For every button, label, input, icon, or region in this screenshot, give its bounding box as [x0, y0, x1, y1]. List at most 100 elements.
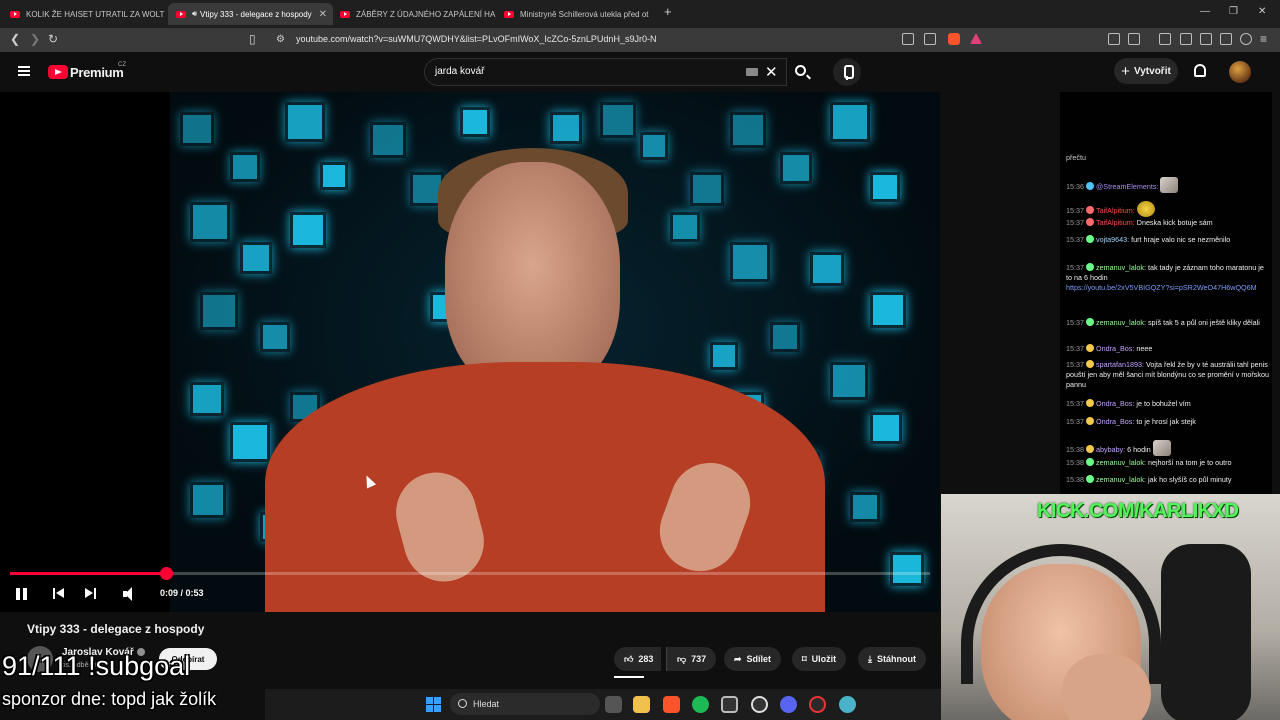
account-avatar[interactable]	[1229, 61, 1251, 83]
task-view-icon[interactable]	[605, 696, 622, 713]
like-button[interactable]: 👍︎ 283	[614, 647, 662, 671]
search-icon	[795, 65, 806, 76]
kick-url-overlay: KICK.COM/KARLIKXD	[1037, 500, 1239, 522]
share-button[interactable]: ➦ Sdílet	[724, 647, 782, 671]
chat-badge-icon	[1086, 399, 1094, 407]
globe-app-icon[interactable]	[839, 696, 856, 713]
search-input[interactable]: jarda kovář	[435, 66, 484, 77]
youtube-premium-logo[interactable]: Premium	[70, 65, 124, 80]
progress-bar[interactable]	[10, 567, 930, 580]
hamburger-menu-icon[interactable]	[18, 66, 30, 76]
subgoal-overlay: 91/111 !subgoal	[2, 651, 191, 681]
background-tile	[190, 482, 226, 518]
chat-text: 6 hodin	[1127, 445, 1151, 454]
voice-search-icon[interactable]	[833, 58, 861, 86]
keyboard-icon[interactable]	[746, 68, 758, 76]
search-button[interactable]	[787, 58, 817, 86]
chat-timestamp: 15:37	[1066, 235, 1084, 244]
chat-message: 15:37 zemanuv_lalok: tak tady je záznam t…	[1066, 263, 1270, 293]
brave-browser-icon[interactable]	[663, 696, 680, 713]
save-button[interactable]: ⌑ Uložit	[792, 647, 847, 671]
next-icon[interactable]	[85, 586, 97, 602]
chat-timestamp: 15:37	[1066, 360, 1084, 369]
background-tile	[690, 172, 724, 206]
chat-badge-icon	[1086, 182, 1094, 190]
volume-icon[interactable]	[123, 586, 139, 602]
new-tab-button[interactable]: +	[664, 4, 672, 19]
background-tile	[870, 292, 906, 328]
brave-shield-icon[interactable]	[948, 33, 960, 45]
chat-message: 15:38 zemanuv_lalok: nejhorší na tom je t…	[1066, 458, 1270, 468]
clear-search-icon[interactable]: ✕	[765, 63, 778, 81]
back-icon[interactable]: ❮	[10, 32, 20, 46]
discord-icon[interactable]	[780, 696, 797, 713]
menu-icon[interactable]: ≡	[1260, 32, 1267, 46]
restore-icon[interactable]: ❐	[1229, 6, 1238, 17]
sponsor-overlay: sponzor dne: topd jak žolík	[2, 689, 217, 709]
tab-search-icon[interactable]	[1128, 33, 1140, 45]
vpn-icon[interactable]	[1240, 33, 1252, 45]
video-player[interactable]: 0:09 / 0:53	[0, 92, 940, 612]
thumbs-down-icon: 👎︎	[677, 653, 687, 664]
leo-ai-icon[interactable]	[1220, 33, 1232, 45]
refresh-app-icon[interactable]	[751, 696, 768, 713]
chat-top-fragment: přečtu	[1066, 153, 1086, 162]
background-tile	[180, 112, 214, 146]
app-notification-icon[interactable]	[809, 696, 826, 713]
background-tile	[230, 422, 270, 462]
chat-badge-icon	[1086, 475, 1094, 483]
taskbar-search[interactable]: Hledat	[450, 693, 600, 715]
pause-icon[interactable]	[16, 586, 28, 602]
like-ratio-bar	[614, 676, 644, 678]
site-info-icon[interactable]: ⚙	[276, 34, 285, 45]
forward-icon[interactable]: ❯	[30, 32, 40, 46]
browser-tab-4[interactable]: Ministryně Schillerová utekla před ot	[496, 3, 661, 25]
background-tile	[460, 107, 490, 137]
chat-timestamp: 15:37	[1066, 206, 1084, 215]
dislike-button[interactable]: 👎︎ 737	[666, 647, 717, 671]
search-box[interactable]: jarda kovář ✕	[424, 58, 787, 86]
bookmark-icon[interactable]: ▯	[249, 32, 256, 46]
progress-fill	[10, 572, 167, 575]
sidebar-icon[interactable]	[1180, 33, 1192, 45]
chat-timestamp: 15:37	[1066, 344, 1084, 353]
previous-icon[interactable]	[53, 586, 65, 602]
youtube-logo-icon[interactable]	[48, 65, 68, 79]
background-tile	[320, 162, 348, 190]
browser-tab-1[interactable]: KOLIK ŽE HAISET UTRATIL ZA WOLT -	[2, 3, 167, 25]
chat-username: zemanuv_lalok:	[1096, 458, 1146, 467]
video-frame[interactable]	[170, 92, 940, 612]
spotify-icon[interactable]	[692, 696, 709, 713]
chat-username: Ondra_Bos:	[1096, 344, 1135, 353]
create-button[interactable]: + Vytvořit	[1114, 58, 1178, 84]
chat-timestamp: 15:36	[1066, 182, 1084, 191]
close-tab-icon[interactable]: ✕	[319, 9, 327, 20]
chat-message: 15:37 Ondra_Bos: to je hrosí jak stejk	[1066, 417, 1270, 427]
reload-icon[interactable]: ↻	[48, 32, 58, 46]
wallet-icon[interactable]	[1200, 33, 1212, 45]
brave-rewards-icon[interactable]	[970, 33, 982, 44]
close-window-icon[interactable]: ✕	[1258, 6, 1266, 17]
file-explorer-icon[interactable]	[633, 696, 650, 713]
chat-username: zemanuv_lalok:	[1096, 318, 1146, 327]
browser-tab-3[interactable]: ZÁBĚRY Z ÚDAJNÉHO ZAPÁLENÍ HA	[332, 3, 497, 25]
media-icon[interactable]	[1159, 33, 1171, 45]
url-field[interactable]: youtube.com/watch?v=suWMU7QWDHY&list=PLv…	[296, 34, 656, 44]
chat-message: 15:37 TaifAlpitium: Dneska kick botuje sá…	[1066, 218, 1270, 228]
notifications-bell-icon[interactable]	[1194, 64, 1206, 77]
chat-link[interactable]: https://youtu.be/2xV5VBIGQZY?si=pSR2WeO4…	[1066, 283, 1257, 292]
share-icon[interactable]	[924, 33, 936, 45]
chat-badge-icon	[1086, 235, 1094, 243]
chat-message: 15:37 spartafan1893: Vojta řekl že by v t…	[1066, 360, 1270, 390]
windows-start-icon[interactable]	[426, 697, 441, 712]
browser-tab-2[interactable]: 🔊︎ Vtipy 333 - delegace z hospody ✕	[168, 3, 333, 25]
background-tile	[810, 252, 844, 286]
extensions-icon[interactable]	[1108, 33, 1120, 45]
download-button[interactable]: ⤓ Stáhnout	[858, 647, 926, 671]
video-title: Vtipy 333 - delegace z hospody	[27, 622, 205, 636]
music-icon[interactable]	[721, 696, 738, 713]
minimize-icon[interactable]: —	[1200, 6, 1210, 17]
cast-icon[interactable]	[902, 33, 914, 45]
chat-emote-icon	[1160, 177, 1179, 193]
chat-text: nejhorší na tom je to outro	[1147, 458, 1232, 467]
